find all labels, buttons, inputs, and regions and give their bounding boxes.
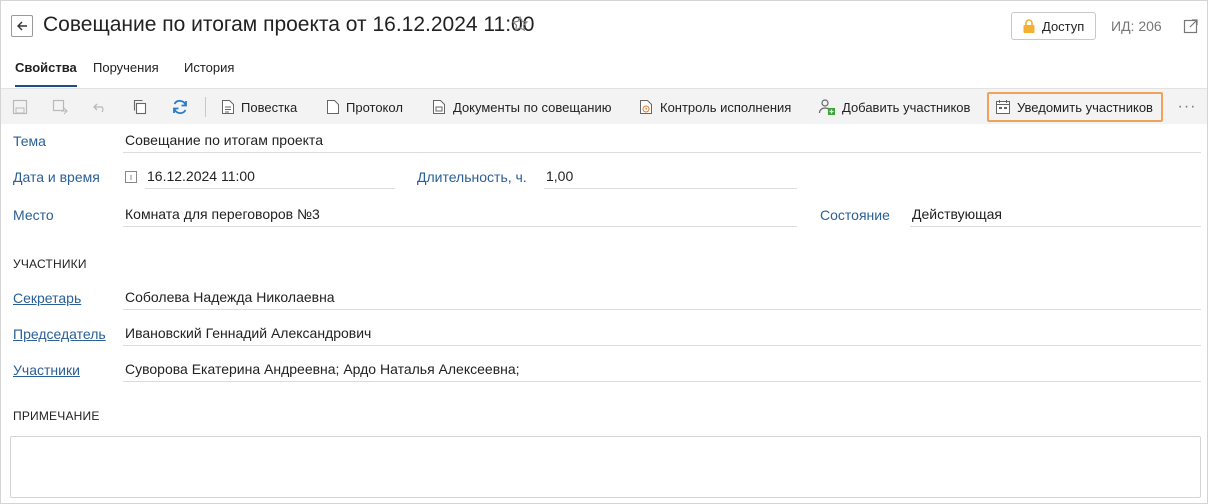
save-icon (12, 99, 28, 115)
document-icon (327, 100, 339, 114)
access-button[interactable]: Доступ (1011, 12, 1096, 40)
add-participants-label: Добавить участников (842, 99, 971, 115)
meeting-documents-label: Документы по совещанию (453, 99, 612, 115)
chairman-link[interactable]: Председатель (13, 326, 106, 342)
control-document-icon (640, 100, 652, 114)
document-icon (222, 100, 234, 114)
members-field[interactable]: Суворова Екатерина Андреевна; Ардо Натал… (123, 358, 1201, 382)
protocol-label: Протокол (346, 99, 403, 115)
more-actions-button[interactable]: ··· (1177, 97, 1197, 117)
chairman-field[interactable]: Ивановский Геннадий Александрович (123, 322, 1201, 346)
execution-control-button[interactable]: Контроль исполнения (638, 95, 791, 119)
refresh-icon (173, 99, 187, 115)
notify-participants-button[interactable]: Уведомить участников (987, 92, 1163, 122)
calendar-icon[interactable] (125, 170, 137, 183)
state-field[interactable]: Действующая (910, 203, 1201, 227)
record-id: ИД: 206 (1111, 18, 1162, 34)
tab-bar: Свойства Поручения История (0, 52, 1208, 88)
calendar-notify-icon (996, 100, 1010, 114)
header: Совещание по итогам проекта от 16.12.202… (0, 0, 1208, 52)
datetime-field[interactable]: 16.12.2024 11:00 (145, 165, 395, 189)
star-icon[interactable] (511, 15, 529, 33)
note-section-title: ПРИМЕЧАНИЕ (13, 409, 100, 423)
arrow-left-icon (17, 21, 27, 31)
place-label: Место (13, 207, 54, 223)
lock-icon (1023, 19, 1035, 33)
note-textarea[interactable] (10, 436, 1201, 498)
secretary-link[interactable]: Секретарь (13, 290, 81, 306)
participants-section-title: УЧАСТНИКИ (13, 257, 87, 271)
add-participants-button[interactable]: Добавить участников (818, 95, 970, 119)
open-in-new-window-icon[interactable] (1183, 18, 1199, 34)
back-button[interactable] (11, 15, 33, 37)
toolbar: Повестка Протокол Документы по совещанию… (1, 88, 1207, 124)
copy-icon (133, 99, 147, 115)
duration-label: Длительность, ч. (417, 169, 527, 185)
refresh-button[interactable] (170, 97, 190, 117)
execution-control-label: Контроль исполнения (660, 99, 792, 115)
undo-icon (93, 103, 104, 113)
undo-button[interactable] (90, 97, 110, 117)
duration-field[interactable]: 1,00 (544, 165, 797, 189)
save-and-close-button[interactable] (50, 97, 70, 117)
meeting-documents-button[interactable]: Документы по совещанию (431, 95, 612, 119)
secretary-field[interactable]: Соболева Надежда Николаевна (123, 286, 1201, 310)
protocol-button[interactable]: Протокол (326, 95, 403, 119)
tab-properties[interactable]: Свойства (15, 60, 77, 87)
tab-assignments[interactable]: Поручения (93, 60, 159, 85)
topic-label: Тема (13, 133, 46, 149)
add-user-icon (818, 99, 835, 115)
agenda-label: Повестка (241, 99, 298, 115)
documents-icon (433, 100, 445, 114)
state-label: Состояние (820, 207, 890, 223)
save-close-icon (52, 99, 68, 115)
notify-participants-label: Уведомить участников (1017, 99, 1153, 115)
topic-field[interactable]: Совещание по итогам проекта (123, 129, 1201, 153)
tab-history[interactable]: История (184, 60, 234, 85)
save-button[interactable] (10, 97, 30, 117)
datetime-label: Дата и время (13, 169, 100, 185)
place-field[interactable]: Комната для переговоров №3 (123, 203, 797, 227)
members-link[interactable]: Участники (13, 362, 80, 378)
toolbar-separator (205, 97, 206, 117)
page-title: Совещание по итогам проекта от 16.12.202… (43, 13, 535, 36)
copy-button[interactable] (130, 97, 150, 117)
agenda-button[interactable]: Повестка (221, 95, 297, 119)
access-button-label: Доступ (1042, 18, 1085, 34)
